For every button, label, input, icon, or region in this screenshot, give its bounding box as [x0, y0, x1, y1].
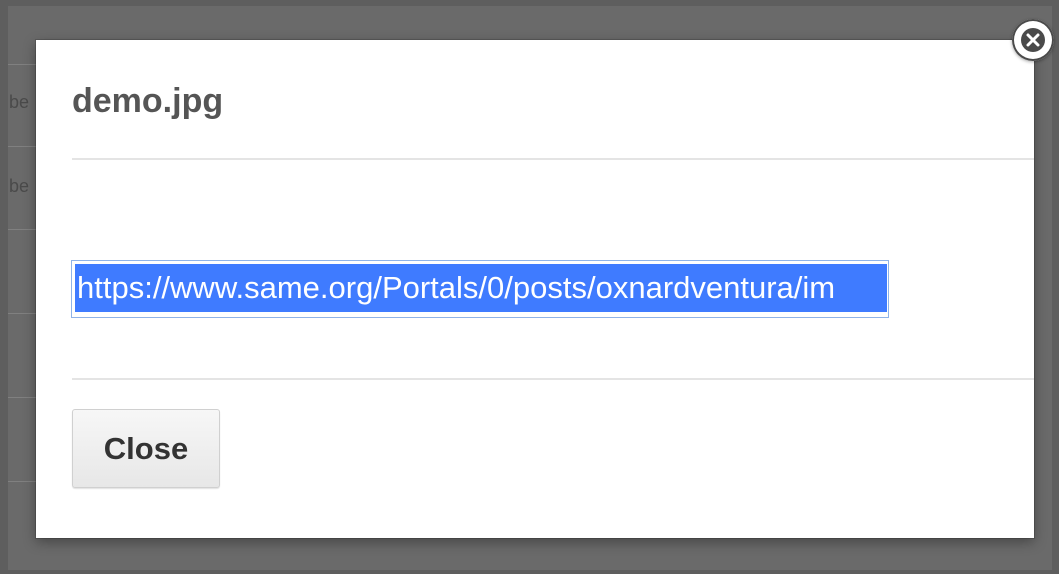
- dialog-header-divider: [72, 158, 1034, 160]
- image-url-field[interactable]: https://www.same.org/Portals/0/posts/oxn…: [71, 260, 889, 318]
- image-url-dialog: demo.jpg https://www.same.org/Portals/0/…: [36, 40, 1034, 538]
- background-snippet-1: be: [9, 92, 30, 112]
- background-snippet-2: be: [9, 176, 30, 196]
- close-circle-icon[interactable]: [1012, 19, 1054, 61]
- page-overlay: be be demo.jpg https://www.same.org/Port…: [0, 0, 1059, 574]
- close-button[interactable]: Close: [72, 409, 220, 488]
- dialog-footer-divider: [72, 378, 1034, 380]
- selected-url-text[interactable]: https://www.same.org/Portals/0/posts/oxn…: [75, 264, 887, 312]
- dialog-title: demo.jpg: [72, 82, 224, 120]
